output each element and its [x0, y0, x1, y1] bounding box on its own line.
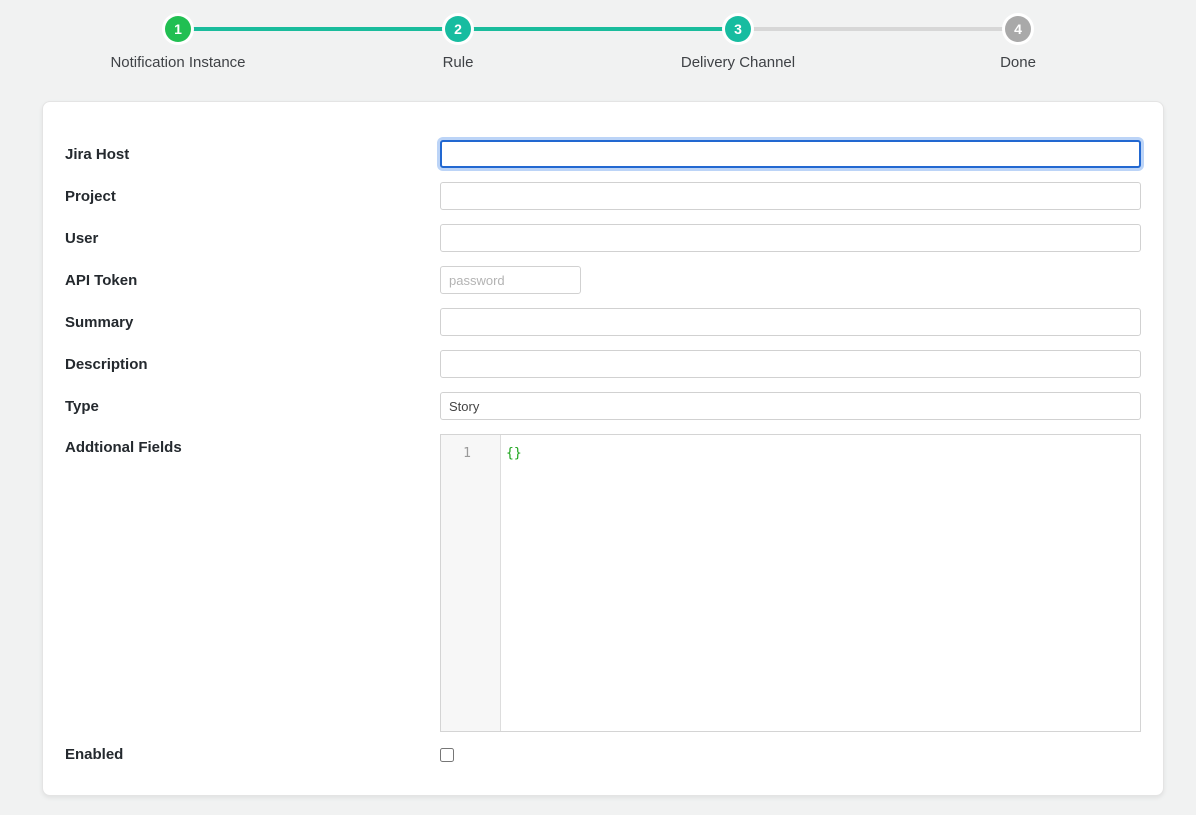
form-row-description: Description [65, 350, 1141, 378]
summary-input[interactable] [440, 308, 1141, 336]
step-connector [472, 27, 724, 31]
step-1-indicator[interactable]: 1 [165, 16, 191, 42]
step-notification-instance: 1 Notification Instance [38, 16, 318, 71]
project-label: Project [65, 188, 440, 205]
form-row-summary: Summary [65, 308, 1141, 336]
api-token-label: API Token [65, 272, 440, 289]
type-label: Type [65, 398, 440, 415]
step-rule: 2 Rule [318, 16, 598, 71]
description-label: Description [65, 356, 440, 373]
form-row-user: User [65, 224, 1141, 252]
enabled-label: Enabled [65, 746, 440, 763]
form-row-additional-fields: Addtional Fields 1 {} [65, 434, 1141, 732]
step-4-label: Done [1000, 54, 1036, 71]
user-input[interactable] [440, 224, 1141, 252]
delivery-channel-form-card: Jira Host Project User API Token Summary… [42, 101, 1164, 796]
step-connector [192, 27, 444, 31]
step-2-indicator[interactable]: 2 [445, 16, 471, 42]
form-row-api-token: API Token [65, 266, 1141, 294]
step-3-indicator[interactable]: 3 [725, 16, 751, 42]
additional-fields-label: Addtional Fields [65, 434, 440, 456]
summary-label: Summary [65, 314, 440, 331]
step-3-label: Delivery Channel [681, 54, 795, 71]
step-delivery-channel: 3 Delivery Channel [598, 16, 878, 71]
api-token-input[interactable] [440, 266, 581, 294]
step-connector [752, 27, 1004, 31]
jira-host-input[interactable] [440, 140, 1141, 168]
type-input[interactable] [440, 392, 1141, 420]
description-input[interactable] [440, 350, 1141, 378]
form-row-type: Type [65, 392, 1141, 420]
editor-line-number-gutter: 1 [441, 435, 501, 731]
form-row-enabled: Enabled [65, 746, 1141, 763]
step-done: 4 Done [878, 16, 1158, 71]
form-row-jira-host: Jira Host [65, 140, 1141, 168]
step-4-indicator[interactable]: 4 [1005, 16, 1031, 42]
form-row-project: Project [65, 182, 1141, 210]
step-1-label: Notification Instance [110, 54, 245, 71]
editor-code-area[interactable]: {} [501, 435, 1140, 731]
json-code-editor: 1 {} [440, 434, 1141, 732]
project-input[interactable] [440, 182, 1141, 210]
user-label: User [65, 230, 440, 247]
step-2-label: Rule [443, 54, 474, 71]
enabled-checkbox[interactable] [440, 748, 454, 762]
wizard-stepper: 1 Notification Instance 2 Rule 3 Deliver… [0, 0, 1196, 71]
jira-host-label: Jira Host [65, 146, 440, 163]
